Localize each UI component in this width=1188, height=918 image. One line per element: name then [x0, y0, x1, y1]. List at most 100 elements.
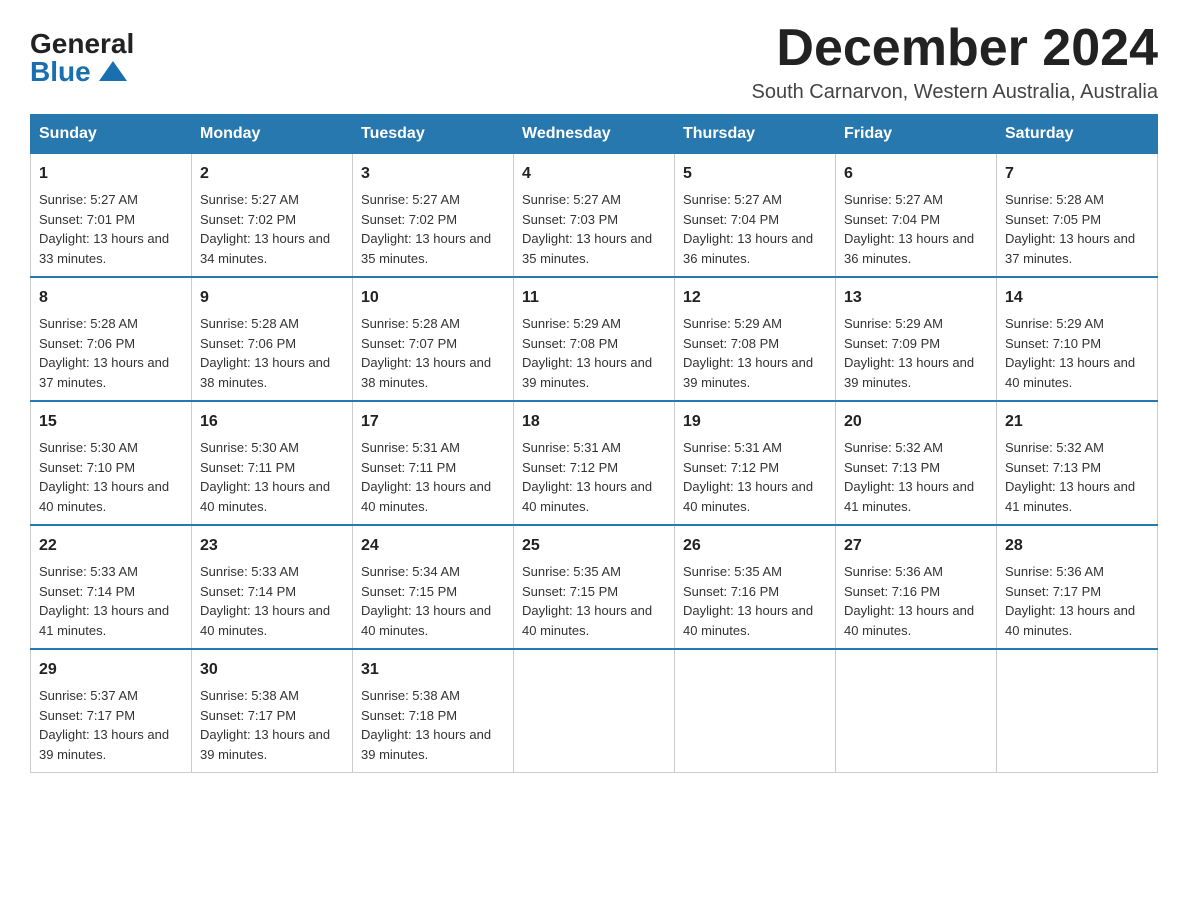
calendar-cell: 19 Sunrise: 5:31 AMSunset: 7:12 PMDaylig…: [675, 401, 836, 525]
day-info: Sunrise: 5:33 AMSunset: 7:14 PMDaylight:…: [39, 564, 169, 638]
day-info: Sunrise: 5:29 AMSunset: 7:08 PMDaylight:…: [683, 316, 813, 390]
day-number: 2: [200, 162, 344, 186]
calendar-cell: 15 Sunrise: 5:30 AMSunset: 7:10 PMDaylig…: [31, 401, 192, 525]
calendar-cell: 21 Sunrise: 5:32 AMSunset: 7:13 PMDaylig…: [997, 401, 1158, 525]
calendar-week-row: 8 Sunrise: 5:28 AMSunset: 7:06 PMDayligh…: [31, 277, 1158, 401]
calendar-cell: 4 Sunrise: 5:27 AMSunset: 7:03 PMDayligh…: [514, 154, 675, 278]
day-number: 18: [522, 410, 666, 434]
calendar-cell: 1 Sunrise: 5:27 AMSunset: 7:01 PMDayligh…: [31, 154, 192, 278]
day-info: Sunrise: 5:38 AMSunset: 7:18 PMDaylight:…: [361, 688, 491, 762]
day-number: 20: [844, 410, 988, 434]
col-header-thursday: Thursday: [675, 115, 836, 154]
day-number: 29: [39, 658, 183, 682]
calendar-cell: [836, 649, 997, 773]
day-number: 5: [683, 162, 827, 186]
day-info: Sunrise: 5:35 AMSunset: 7:15 PMDaylight:…: [522, 564, 652, 638]
calendar-cell: 25 Sunrise: 5:35 AMSunset: 7:15 PMDaylig…: [514, 525, 675, 649]
calendar-week-row: 15 Sunrise: 5:30 AMSunset: 7:10 PMDaylig…: [31, 401, 1158, 525]
calendar-cell: 7 Sunrise: 5:28 AMSunset: 7:05 PMDayligh…: [997, 154, 1158, 278]
calendar-cell: 16 Sunrise: 5:30 AMSunset: 7:11 PMDaylig…: [192, 401, 353, 525]
day-info: Sunrise: 5:27 AMSunset: 7:02 PMDaylight:…: [361, 192, 491, 266]
day-number: 27: [844, 534, 988, 558]
day-number: 26: [683, 534, 827, 558]
col-header-monday: Monday: [192, 115, 353, 154]
day-number: 6: [844, 162, 988, 186]
calendar-cell: 22 Sunrise: 5:33 AMSunset: 7:14 PMDaylig…: [31, 525, 192, 649]
calendar-table: SundayMondayTuesdayWednesdayThursdayFrid…: [30, 114, 1158, 773]
day-number: 22: [39, 534, 183, 558]
calendar-cell: 9 Sunrise: 5:28 AMSunset: 7:06 PMDayligh…: [192, 277, 353, 401]
day-info: Sunrise: 5:28 AMSunset: 7:07 PMDaylight:…: [361, 316, 491, 390]
title-area: December 2024 South Carnarvon, Western A…: [751, 20, 1158, 104]
day-info: Sunrise: 5:27 AMSunset: 7:03 PMDaylight:…: [522, 192, 652, 266]
calendar-cell: 2 Sunrise: 5:27 AMSunset: 7:02 PMDayligh…: [192, 154, 353, 278]
day-info: Sunrise: 5:34 AMSunset: 7:15 PMDaylight:…: [361, 564, 491, 638]
day-info: Sunrise: 5:30 AMSunset: 7:11 PMDaylight:…: [200, 440, 330, 514]
day-number: 11: [522, 286, 666, 310]
day-info: Sunrise: 5:27 AMSunset: 7:04 PMDaylight:…: [683, 192, 813, 266]
day-info: Sunrise: 5:38 AMSunset: 7:17 PMDaylight:…: [200, 688, 330, 762]
calendar-cell: 8 Sunrise: 5:28 AMSunset: 7:06 PMDayligh…: [31, 277, 192, 401]
day-number: 13: [844, 286, 988, 310]
day-number: 4: [522, 162, 666, 186]
day-number: 12: [683, 286, 827, 310]
calendar-cell: 29 Sunrise: 5:37 AMSunset: 7:17 PMDaylig…: [31, 649, 192, 773]
day-info: Sunrise: 5:28 AMSunset: 7:06 PMDaylight:…: [200, 316, 330, 390]
calendar-cell: 27 Sunrise: 5:36 AMSunset: 7:16 PMDaylig…: [836, 525, 997, 649]
day-info: Sunrise: 5:31 AMSunset: 7:12 PMDaylight:…: [522, 440, 652, 514]
day-number: 7: [1005, 162, 1149, 186]
calendar-week-row: 1 Sunrise: 5:27 AMSunset: 7:01 PMDayligh…: [31, 154, 1158, 278]
calendar-cell: 28 Sunrise: 5:36 AMSunset: 7:17 PMDaylig…: [997, 525, 1158, 649]
day-number: 10: [361, 286, 505, 310]
col-header-tuesday: Tuesday: [353, 115, 514, 154]
day-number: 17: [361, 410, 505, 434]
calendar-cell: 12 Sunrise: 5:29 AMSunset: 7:08 PMDaylig…: [675, 277, 836, 401]
day-number: 8: [39, 286, 183, 310]
day-number: 25: [522, 534, 666, 558]
calendar-cell: 5 Sunrise: 5:27 AMSunset: 7:04 PMDayligh…: [675, 154, 836, 278]
day-number: 16: [200, 410, 344, 434]
calendar-cell: 14 Sunrise: 5:29 AMSunset: 7:10 PMDaylig…: [997, 277, 1158, 401]
logo-blue-text: Blue: [30, 58, 127, 86]
calendar-week-row: 22 Sunrise: 5:33 AMSunset: 7:14 PMDaylig…: [31, 525, 1158, 649]
day-number: 19: [683, 410, 827, 434]
calendar-week-row: 29 Sunrise: 5:37 AMSunset: 7:17 PMDaylig…: [31, 649, 1158, 773]
calendar-cell: 17 Sunrise: 5:31 AMSunset: 7:11 PMDaylig…: [353, 401, 514, 525]
page-header: General Blue December 2024 South Carnarv…: [30, 20, 1158, 104]
calendar-cell: [997, 649, 1158, 773]
day-info: Sunrise: 5:31 AMSunset: 7:11 PMDaylight:…: [361, 440, 491, 514]
day-number: 24: [361, 534, 505, 558]
calendar-header-row: SundayMondayTuesdayWednesdayThursdayFrid…: [31, 115, 1158, 154]
day-info: Sunrise: 5:28 AMSunset: 7:06 PMDaylight:…: [39, 316, 169, 390]
day-number: 28: [1005, 534, 1149, 558]
calendar-cell: [514, 649, 675, 773]
day-info: Sunrise: 5:28 AMSunset: 7:05 PMDaylight:…: [1005, 192, 1135, 266]
calendar-cell: 11 Sunrise: 5:29 AMSunset: 7:08 PMDaylig…: [514, 277, 675, 401]
calendar-cell: 18 Sunrise: 5:31 AMSunset: 7:12 PMDaylig…: [514, 401, 675, 525]
day-info: Sunrise: 5:32 AMSunset: 7:13 PMDaylight:…: [1005, 440, 1135, 514]
day-number: 1: [39, 162, 183, 186]
day-number: 9: [200, 286, 344, 310]
day-number: 14: [1005, 286, 1149, 310]
day-info: Sunrise: 5:27 AMSunset: 7:01 PMDaylight:…: [39, 192, 169, 266]
logo-triangle-icon: [99, 61, 127, 81]
calendar-cell: 24 Sunrise: 5:34 AMSunset: 7:15 PMDaylig…: [353, 525, 514, 649]
calendar-cell: 31 Sunrise: 5:38 AMSunset: 7:18 PMDaylig…: [353, 649, 514, 773]
day-number: 31: [361, 658, 505, 682]
day-info: Sunrise: 5:30 AMSunset: 7:10 PMDaylight:…: [39, 440, 169, 514]
calendar-cell: 6 Sunrise: 5:27 AMSunset: 7:04 PMDayligh…: [836, 154, 997, 278]
day-info: Sunrise: 5:29 AMSunset: 7:10 PMDaylight:…: [1005, 316, 1135, 390]
logo-general-text: General: [30, 30, 134, 58]
calendar-cell: 23 Sunrise: 5:33 AMSunset: 7:14 PMDaylig…: [192, 525, 353, 649]
day-info: Sunrise: 5:27 AMSunset: 7:04 PMDaylight:…: [844, 192, 974, 266]
logo: General Blue: [30, 20, 134, 86]
day-number: 3: [361, 162, 505, 186]
calendar-cell: 30 Sunrise: 5:38 AMSunset: 7:17 PMDaylig…: [192, 649, 353, 773]
calendar-cell: 13 Sunrise: 5:29 AMSunset: 7:09 PMDaylig…: [836, 277, 997, 401]
day-number: 21: [1005, 410, 1149, 434]
calendar-cell: 20 Sunrise: 5:32 AMSunset: 7:13 PMDaylig…: [836, 401, 997, 525]
day-info: Sunrise: 5:32 AMSunset: 7:13 PMDaylight:…: [844, 440, 974, 514]
col-header-saturday: Saturday: [997, 115, 1158, 154]
col-header-sunday: Sunday: [31, 115, 192, 154]
day-info: Sunrise: 5:27 AMSunset: 7:02 PMDaylight:…: [200, 192, 330, 266]
